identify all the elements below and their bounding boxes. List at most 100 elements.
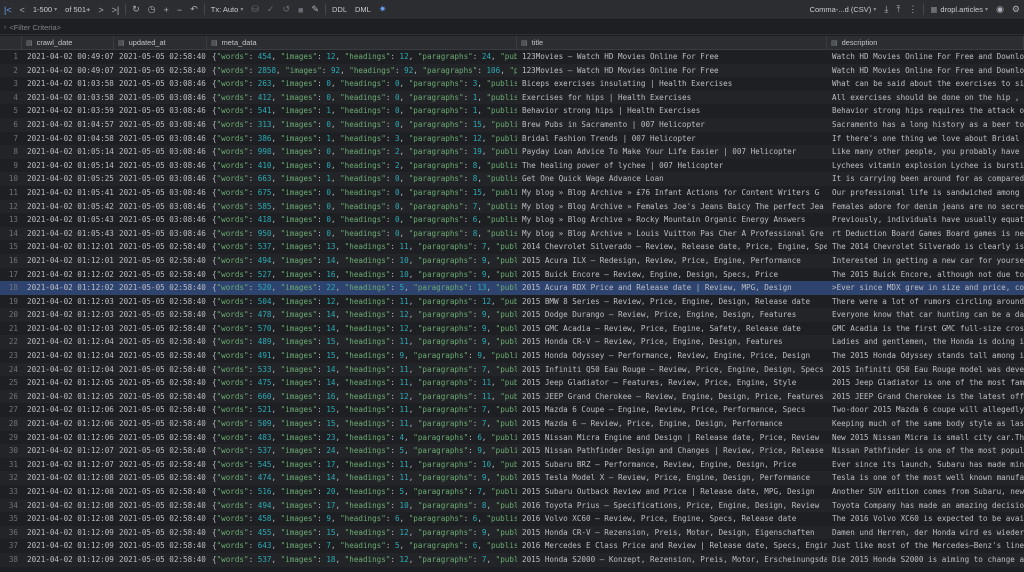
cell-crawl-date[interactable]: 2021-04-02 01:05:43 bbox=[22, 213, 114, 227]
cell-meta-data[interactable]: {"words": 998, "images": 0, "headings": … bbox=[207, 145, 517, 159]
cell-updated-at[interactable]: 2021-05-05 03:08:46 bbox=[114, 145, 207, 159]
cell-updated-at[interactable]: 2021-05-05 02:58:40 bbox=[114, 403, 207, 417]
table-row[interactable]: 28 2021-04-02 01:12:06 2021-05-05 02:58:40… bbox=[0, 417, 1024, 431]
table-row[interactable]: 36 2021-04-02 01:12:09 2021-05-05 02:58:40… bbox=[0, 525, 1024, 540]
cell-crawl-date[interactable]: 2021-04-02 01:12:09 bbox=[22, 553, 114, 567]
cell-updated-at[interactable]: 2021-05-05 03:08:46 bbox=[114, 132, 207, 146]
cell-updated-at[interactable]: 2021-05-05 02:58:40 bbox=[114, 471, 207, 485]
last-page-icon[interactable]: >| bbox=[108, 0, 124, 19]
cell-description[interactable]: Watch HD Movies Online For Free and Down… bbox=[827, 50, 1024, 64]
table-row[interactable]: 13 2021-04-02 01:05:43 2021-05-05 03:08:46… bbox=[0, 213, 1024, 227]
first-page-icon[interactable]: |< bbox=[0, 0, 16, 19]
cell-crawl-date[interactable]: 2021-04-02 01:12:06 bbox=[22, 417, 114, 431]
cell-crawl-date[interactable]: 2021-04-02 01:12:04 bbox=[22, 335, 114, 349]
cell-meta-data[interactable]: {"words": 527, "images": 16, "headings":… bbox=[207, 268, 517, 282]
cell-crawl-date[interactable]: 2021-04-02 01:12:06 bbox=[22, 431, 114, 445]
cell-meta-data[interactable]: {"words": 494, "images": 17, "headings":… bbox=[207, 499, 517, 513]
cell-description[interactable]: Ladies and gentlemen, the Honda is doing… bbox=[827, 335, 1024, 349]
row-number[interactable]: 26 bbox=[0, 390, 22, 404]
cell-updated-at[interactable]: 2021-05-05 03:08:46 bbox=[114, 104, 207, 118]
clock-icon[interactable]: ◷ bbox=[144, 0, 160, 19]
column-header-description[interactable]: ▤ description bbox=[827, 36, 1024, 49]
row-number[interactable]: 7 bbox=[0, 132, 22, 146]
row-number[interactable]: 37 bbox=[0, 539, 22, 553]
table-row[interactable]: 7 2021-04-02 01:04:58 2021-05-05 03:08:46{… bbox=[0, 132, 1024, 146]
cell-description[interactable]: Lychees vitamin explosion Lychee is burs… bbox=[827, 159, 1024, 173]
table-row[interactable]: 2 2021-04-02 00:49:07 2021-05-05 02:58:40{… bbox=[0, 63, 1024, 78]
cell-crawl-date[interactable]: 2021-04-02 01:12:03 bbox=[22, 295, 114, 309]
cell-description[interactable]: Toyota Company has made an amazing decis… bbox=[827, 499, 1024, 513]
table-row[interactable]: 30 2021-04-02 01:12:07 2021-05-05 02:58:40… bbox=[0, 444, 1024, 458]
row-number[interactable]: 38 bbox=[0, 553, 22, 567]
cell-description[interactable]: Another SUV edition comes from Subaru, n… bbox=[827, 485, 1024, 499]
row-number[interactable]: 13 bbox=[0, 213, 22, 227]
row-number[interactable]: 2 bbox=[0, 64, 22, 78]
cell-meta-data[interactable]: {"words": 545, "images": 17, "headings":… bbox=[207, 458, 517, 472]
table-row[interactable]: 31 2021-04-02 01:12:07 2021-05-05 02:58:40… bbox=[0, 458, 1024, 472]
table-row[interactable]: 38 2021-04-02 01:12:09 2021-05-05 02:58:40… bbox=[0, 552, 1024, 567]
cell-title[interactable]: 2015 Jeep Gladiator – Features, Review, … bbox=[517, 376, 827, 390]
cell-description[interactable]: Just like most of the Mercedes–Benz's li… bbox=[827, 539, 1024, 553]
row-number[interactable]: 25 bbox=[0, 376, 22, 390]
table-row[interactable]: 37 2021-04-02 01:12:09 2021-05-05 02:58:40… bbox=[0, 539, 1024, 553]
cell-description[interactable]: Keeping much of the same body style as l… bbox=[827, 417, 1024, 431]
cell-updated-at[interactable]: 2021-05-05 02:58:40 bbox=[114, 444, 207, 458]
cell-meta-data[interactable]: {"words": 521, "images": 15, "headings":… bbox=[207, 403, 517, 417]
table-row[interactable]: 22 2021-04-02 01:12:04 2021-05-05 02:58:40… bbox=[0, 335, 1024, 350]
cell-updated-at[interactable]: 2021-05-05 02:58:40 bbox=[114, 376, 207, 390]
cell-meta-data[interactable]: {"words": 516, "images": 20, "headings":… bbox=[207, 485, 517, 499]
table-row[interactable]: 17 2021-04-02 01:12:02 2021-05-05 02:58:40… bbox=[0, 268, 1024, 282]
cell-crawl-date[interactable]: 2021-04-02 01:12:06 bbox=[22, 403, 114, 417]
cell-updated-at[interactable]: 2021-05-05 02:58:40 bbox=[114, 539, 207, 553]
cell-meta-data[interactable]: {"words": 454, "images": 12, "headings":… bbox=[207, 50, 517, 64]
row-number-header[interactable] bbox=[0, 36, 22, 49]
dml-button[interactable]: DML bbox=[351, 0, 375, 19]
row-number[interactable]: 5 bbox=[0, 104, 22, 118]
cell-title[interactable]: 2015 Dodge Durango – Review, Price, Engi… bbox=[517, 308, 827, 322]
cell-updated-at[interactable]: 2021-05-05 02:58:40 bbox=[114, 499, 207, 513]
cell-updated-at[interactable]: 2021-05-05 02:58:40 bbox=[114, 431, 207, 445]
cell-crawl-date[interactable]: 2021-04-02 01:12:03 bbox=[22, 322, 114, 336]
cell-crawl-date[interactable]: 2021-04-02 01:05:14 bbox=[22, 159, 114, 173]
row-number[interactable]: 32 bbox=[0, 471, 22, 485]
cell-updated-at[interactable]: 2021-05-05 03:08:46 bbox=[114, 186, 207, 200]
row-number[interactable]: 11 bbox=[0, 186, 22, 200]
prev-page-icon[interactable]: < bbox=[16, 0, 29, 19]
cell-crawl-date[interactable]: 2021-04-02 01:05:43 bbox=[22, 227, 114, 241]
rollback-icon[interactable]: ↺ bbox=[278, 0, 294, 19]
table-row[interactable]: 4 2021-04-02 01:03:58 2021-05-05 03:08:46{… bbox=[0, 90, 1024, 105]
cell-meta-data[interactable]: {"words": 509, "images": 15, "headings":… bbox=[207, 417, 517, 431]
row-number[interactable]: 24 bbox=[0, 363, 22, 377]
cell-updated-at[interactable]: 2021-05-05 03:08:46 bbox=[114, 213, 207, 227]
column-header-crawl-date[interactable]: ▤ crawl_date bbox=[22, 36, 114, 49]
cell-meta-data[interactable]: {"words": 489, "images": 15, "headings":… bbox=[207, 335, 517, 349]
cell-description[interactable]: Two-door 2015 Mazda 6 coupe will alleged… bbox=[827, 403, 1024, 417]
column-header-meta-data[interactable]: ▤ meta_data bbox=[207, 36, 517, 49]
ddl-button[interactable]: DDL bbox=[328, 0, 351, 19]
table-row[interactable]: 21 2021-04-02 01:12:03 2021-05-05 02:58:40… bbox=[0, 322, 1024, 336]
cell-updated-at[interactable]: 2021-05-05 02:58:40 bbox=[114, 335, 207, 349]
table-row[interactable]: 1 2021-04-02 00:49:07 2021-05-05 02:58:40{… bbox=[0, 50, 1024, 64]
cell-meta-data[interactable]: {"words": 491, "images": 15, "headings":… bbox=[207, 349, 517, 363]
cell-updated-at[interactable]: 2021-05-05 02:58:40 bbox=[114, 64, 207, 78]
cell-updated-at[interactable]: 2021-05-05 02:58:40 bbox=[114, 512, 207, 526]
cell-title[interactable]: 2015 Honda S2000 – Konzept, Rezension, P… bbox=[517, 553, 827, 567]
cell-updated-at[interactable]: 2021-05-05 03:08:46 bbox=[114, 172, 207, 186]
cell-description[interactable]: The 2015 Honda Odyssey stands tall among… bbox=[827, 349, 1024, 363]
cell-crawl-date[interactable]: 2021-04-02 01:05:25 bbox=[22, 172, 114, 186]
cell-meta-data[interactable]: {"words": 494, "images": 14, "headings":… bbox=[207, 254, 517, 268]
cell-updated-at[interactable]: 2021-05-05 03:08:46 bbox=[114, 77, 207, 91]
table-row[interactable]: 20 2021-04-02 01:12:03 2021-05-05 02:58:40… bbox=[0, 308, 1024, 322]
table-row[interactable]: 3 2021-04-02 01:03:58 2021-05-05 03:08:46{… bbox=[0, 77, 1024, 91]
table-row[interactable]: 19 2021-04-02 01:12:03 2021-05-05 02:58:40… bbox=[0, 295, 1024, 309]
table-row[interactable]: 5 2021-04-02 01:03:59 2021-05-05 03:08:46{… bbox=[0, 104, 1024, 118]
filter-chevron-icon[interactable]: › bbox=[0, 24, 9, 31]
cell-updated-at[interactable]: 2021-05-05 02:58:40 bbox=[114, 268, 207, 282]
cell-crawl-date[interactable]: 2021-04-02 01:12:05 bbox=[22, 376, 114, 390]
row-number[interactable]: 34 bbox=[0, 499, 22, 513]
cell-title[interactable]: My blog » Blog Archive » £76 Infant Acti… bbox=[517, 186, 827, 200]
table-row[interactable]: 23 2021-04-02 01:12:04 2021-05-05 02:58:40… bbox=[0, 349, 1024, 363]
cell-meta-data[interactable]: {"words": 537, "images": 24, "headings":… bbox=[207, 444, 517, 458]
cell-description[interactable]: >Ever since MDX grew in size and price, … bbox=[827, 281, 1024, 295]
more-vertical-icon[interactable]: ⋮ bbox=[904, 0, 921, 19]
